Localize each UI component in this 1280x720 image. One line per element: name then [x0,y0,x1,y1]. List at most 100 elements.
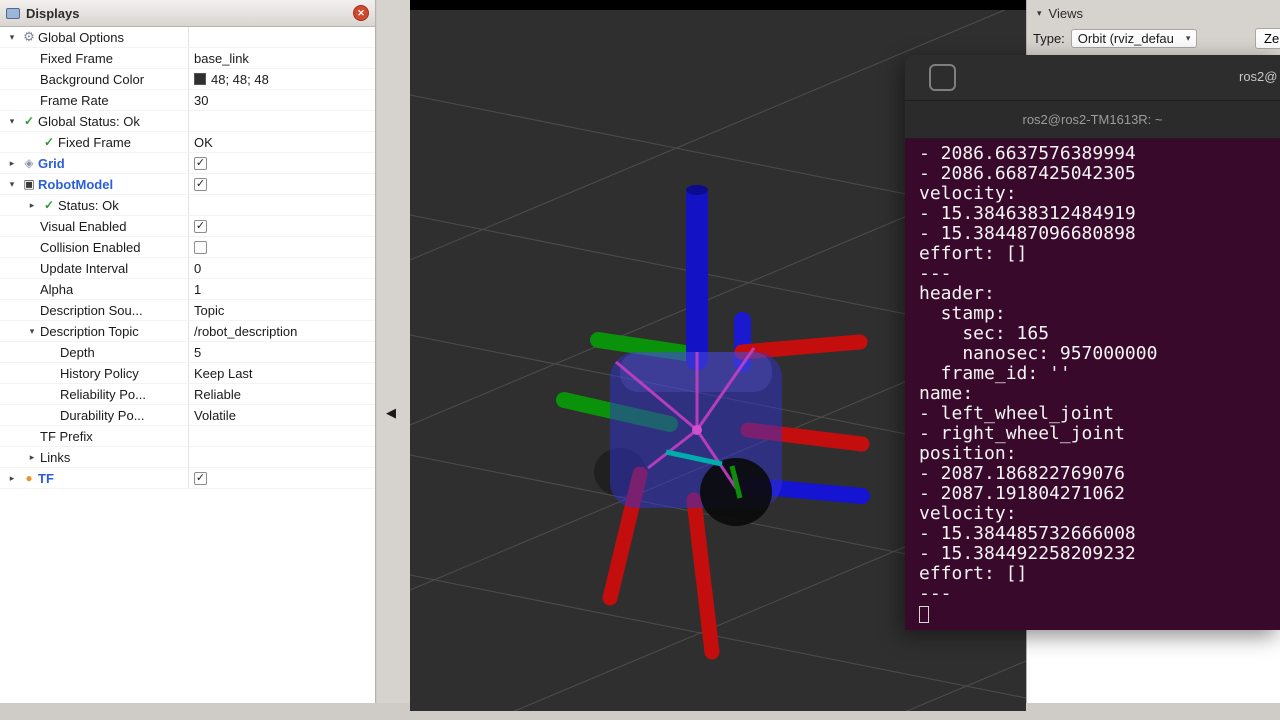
panel-close-button[interactable]: ✕ [353,5,369,21]
tree-row-value[interactable]: base_link [188,48,375,68]
expander-open-icon[interactable]: ▾ [24,326,40,337]
value-text: base_link [194,51,249,66]
tree-row-value[interactable]: 48; 48; 48 [188,69,375,89]
tree-row-fixed-frame[interactable]: Fixed FrameOK [0,132,375,153]
checkbox-checked[interactable]: ✓ [194,472,207,485]
tree-row-name: History Policy [0,363,188,383]
tree-row-tf-prefix[interactable]: TF Prefix [0,426,375,447]
tree-row-name: ▾Global Options [0,27,188,47]
tree-row-status-ok[interactable]: ▸ Status: Ok [0,195,375,216]
tree-row-label: Depth [60,345,95,360]
tree-row-name: Update Interval [0,258,188,278]
terminal-cursor-line [919,604,1280,624]
tree-row-visual-enabled[interactable]: Visual Enabled ✓ [0,216,375,237]
value-text: Topic [194,303,224,318]
tree-row-global-status-ok[interactable]: ▾ Global Status: Ok [0,111,375,132]
tree-row-links[interactable]: ▸Links [0,447,375,468]
expander-open-icon[interactable]: ▾ [4,179,20,190]
displays-panel-title: Displays [26,6,347,21]
tree-row-reliability-po[interactable]: Reliability Po... Reliable [0,384,375,405]
terminal-line: --- [919,584,1280,604]
checkbox-unchecked[interactable] [194,241,207,254]
tree-row-value[interactable]: ✓ [188,153,375,173]
tree-row-label: Visual Enabled [40,219,127,234]
view-type-select[interactable]: Orbit (rviz_defau ▾ [1071,29,1198,48]
tree-row-value[interactable]: /robot_description [188,321,375,341]
tree-row-label: Global Status: Ok [38,114,140,129]
tree-row-history-policy[interactable]: History PolicyKeep Last [0,363,375,384]
tree-row-label: RobotModel [38,177,113,192]
tree-row-global-options[interactable]: ▾Global Options [0,27,375,48]
tree-row-value[interactable]: Topic [188,300,375,320]
tree-row-value[interactable]: 0 [188,258,375,278]
terminal-line: - 2086.6637576389994 [919,144,1280,164]
tree-row-description-topic[interactable]: ▾Description Topic/robot_description [0,321,375,342]
terminal-output[interactable]: - 2086.6637576389994- 2086.6687425042305… [905,139,1280,630]
tree-row-frame-rate[interactable]: Frame Rate 30 [0,90,375,111]
tree-row-robotmodel[interactable]: ▾ RobotModel ✓ [0,174,375,195]
tree-row-name: ▾Description Topic [0,321,188,341]
expander-open-icon[interactable]: ▾ [4,116,20,127]
tree-row-value[interactable]: OK [188,132,375,152]
checkbox-checked[interactable]: ✓ [194,178,207,191]
tree-row-description-sou[interactable]: Description Sou...Topic [0,300,375,321]
tree-row-depth[interactable]: Depth 5 [0,342,375,363]
view-type-value: Orbit (rviz_defau [1078,31,1174,46]
views-expander-icon[interactable]: ▾ [1037,8,1042,19]
tree-row-value[interactable] [188,447,375,467]
tree-row-durability-po[interactable]: Durability Po...Volatile [0,405,375,426]
tree-row-update-interval[interactable]: Update Interval0 [0,258,375,279]
tree-row-value[interactable]: 5 [188,342,375,362]
value-text: /robot_description [194,324,297,339]
expander-open-icon[interactable]: ▾ [4,32,20,43]
value-text: Reliable [194,387,241,402]
robot-icon [20,177,38,191]
new-tab-button[interactable] [929,64,956,91]
expander-closed-icon[interactable]: ▸ [24,200,40,211]
tree-row-name: Frame Rate [0,90,188,110]
value-text: 30 [194,93,208,108]
terminal-line: header: [919,284,1280,304]
tree-row-alpha[interactable]: Alpha1 [0,279,375,300]
tree-row-grid[interactable]: ▸ Grid ✓ [0,153,375,174]
tree-row-value[interactable] [188,237,375,257]
tree-row-value[interactable] [188,426,375,446]
expander-closed-icon[interactable]: ▸ [24,452,40,463]
tree-row-value[interactable]: ✓ [188,468,375,488]
tree-row-label: Status: Ok [58,198,119,213]
tree-row-value[interactable]: Reliable [188,384,375,404]
tree-row-value[interactable]: ✓ [188,216,375,236]
tree-row-value[interactable] [188,111,375,131]
tree-row-value[interactable]: Volatile [188,405,375,425]
tree-row-collision-enabled[interactable]: Collision Enabled [0,237,375,258]
tree-row-value[interactable] [188,195,375,215]
checkbox-checked[interactable]: ✓ [194,220,207,233]
collapse-left-icon[interactable]: ◀ [386,405,396,421]
tree-row-value[interactable]: 1 [188,279,375,299]
expander-closed-icon[interactable]: ▸ [4,158,20,169]
tree-row-value[interactable]: ✓ [188,174,375,194]
terminal-line: effort: [] [919,244,1280,264]
tree-row-label: TF [38,471,54,486]
tree-row-value[interactable] [188,27,375,47]
terminal-line: effort: [] [919,564,1280,584]
tree-row-value[interactable]: 30 [188,90,375,110]
expander-closed-icon[interactable]: ▸ [4,473,20,484]
displays-panel: Displays ✕ ▾Global OptionsFixed Framebas… [0,0,376,703]
tree-row-value[interactable]: Keep Last [188,363,375,383]
terminal-tab-bar[interactable]: ros2@ros2-TM1613R: ~ [905,100,1280,139]
terminal-titlebar[interactable]: ros2@ [905,55,1280,100]
tree-row-label: Reliability Po... [60,387,146,402]
terminal-window: ros2@ ros2@ros2-TM1613R: ~ - 2086.663757… [905,55,1280,630]
zero-button[interactable]: Ze [1255,28,1280,49]
check-icon [40,198,58,212]
tree-row-background-color[interactable]: Background Color48; 48; 48 [0,69,375,90]
tree-row-label: Grid [38,156,65,171]
terminal-line: velocity: [919,504,1280,524]
tree-row-fixed-frame[interactable]: Fixed Framebase_link [0,48,375,69]
gear-icon [20,29,38,45]
tree-row-tf[interactable]: ▸ TF ✓ [0,468,375,489]
check-icon [20,114,38,128]
panel-splitter[interactable]: ◀ [377,0,410,703]
checkbox-checked[interactable]: ✓ [194,157,207,170]
